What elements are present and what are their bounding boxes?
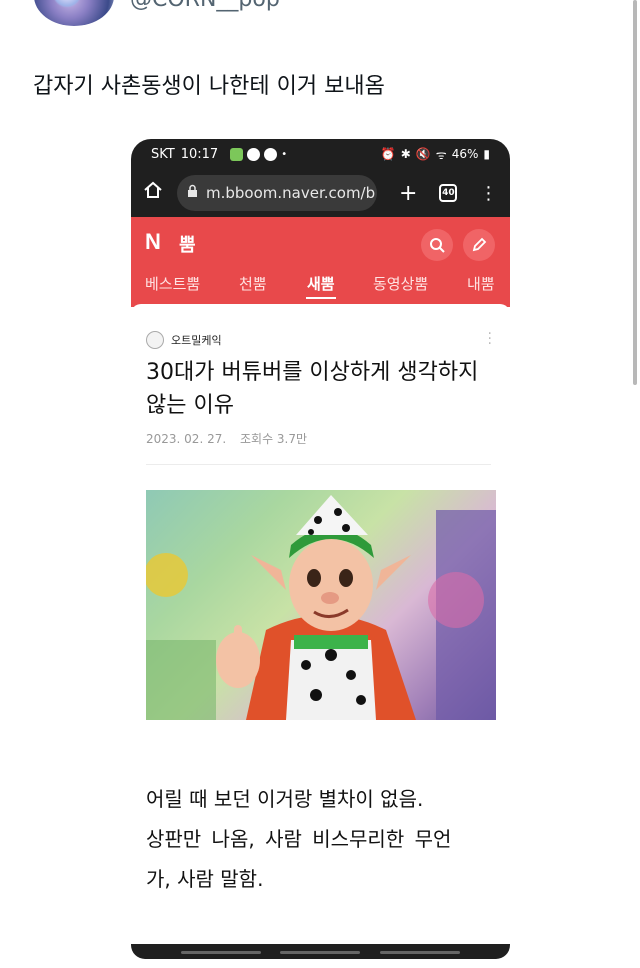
new-tab-icon[interactable]: + [399, 181, 417, 206]
author-name[interactable]: 오트밀케익 [171, 332, 222, 348]
bluetooth-icon: ✱ [400, 147, 411, 161]
site-header: N 뿜 베스트뿜 천뿜 새뿜 동영상뿜 내뿜 [131, 217, 510, 307]
tab-best[interactable]: 베스트뿜 [145, 273, 200, 294]
author-avatar[interactable] [146, 331, 164, 349]
scrollbar[interactable] [633, 0, 637, 385]
post-body: 어릴 때 보던 이거랑 별차이 없음. 상판만 나옴, 사람 비스무리한 무언 … [146, 779, 506, 899]
body-line: 가, 사람 말함. [146, 867, 264, 891]
write-icon[interactable] [463, 229, 495, 261]
browser-toolbar: m.bboom.naver.com/b + 40 ⋮ [131, 169, 510, 217]
battery-level: 46% [451, 147, 479, 161]
category-tabs: 베스트뿜 천뿜 새뿜 동영상뿜 내뿜 [131, 269, 510, 307]
talk-notification-icon [264, 147, 278, 161]
lock-icon [187, 184, 198, 202]
post-meta: 2023. 02. 27. 조회수 3.7만 [146, 430, 307, 447]
active-tab-indicator [306, 297, 336, 299]
address-bar[interactable]: m.bboom.naver.com/b [177, 175, 377, 211]
divider [146, 464, 491, 465]
home-icon[interactable] [143, 180, 163, 206]
search-icon[interactable] [421, 229, 453, 261]
tab-video[interactable]: 동영상뿜 [373, 273, 428, 294]
app-notification-icon [230, 147, 244, 161]
carrier-label: SKT [151, 146, 175, 162]
clock: 10:17 [180, 146, 219, 162]
alarm-icon: ⏰ [380, 147, 396, 161]
post-card: 오트밀케익 · · · 30대가 버튜버를 이상하게 생각하지 않는 이유 2023… [131, 304, 510, 959]
sy-notification-icon [247, 147, 261, 161]
user-handle[interactable]: @CORN__pop [130, 0, 280, 12]
attached-screenshot[interactable]: SKT 10:17 • ⏰ ✱ 🔇 ᯤ 46% ▮ m.bboom.naver.… [131, 139, 510, 959]
tab-mine[interactable]: 내뿜 [467, 273, 495, 294]
tab-cheon[interactable]: 천뿜 [239, 273, 267, 294]
tweet-text: 갑자기 사촌동생이 나한테 이거 보내옴 [33, 74, 385, 99]
status-bar: SKT 10:17 • ⏰ ✱ 🔇 ᯤ 46% ▮ [131, 139, 510, 169]
url-text: m.bboom.naver.com/b [206, 184, 376, 202]
tab-count-button[interactable]: 40 [439, 184, 458, 202]
post-date: 2023. 02. 27. [146, 432, 227, 446]
more-notifications-icon: • [281, 148, 288, 160]
body-line: 상판만 나옴, 사람 비스무리한 무언 [146, 827, 452, 851]
battery-icon: ▮ [483, 147, 490, 161]
wifi-signal-icon: ᯤ [435, 147, 447, 162]
more-options-icon[interactable]: · · · [488, 327, 492, 351]
gesture-nav-bar [131, 944, 510, 959]
body-line: 어릴 때 보던 이거랑 별차이 없음. [146, 787, 424, 811]
gesture-pill[interactable] [180, 950, 261, 954]
tab-new[interactable]: 새뿜 [307, 273, 335, 294]
naver-logo[interactable]: N [145, 229, 161, 255]
post-title: 30대가 버튜버를 이상하게 생각하지 않는 이유 [146, 360, 479, 418]
gesture-pill[interactable] [280, 950, 361, 954]
mute-icon: 🔇 [415, 147, 431, 161]
view-count: 조회수 3.7만 [239, 432, 308, 446]
browser-menu-icon[interactable]: ⋮ [479, 183, 497, 204]
profile-avatar[interactable] [34, 0, 114, 26]
site-logo[interactable]: 뿜 [179, 231, 196, 257]
gesture-pill[interactable] [380, 950, 461, 954]
post-image[interactable] [146, 490, 496, 720]
